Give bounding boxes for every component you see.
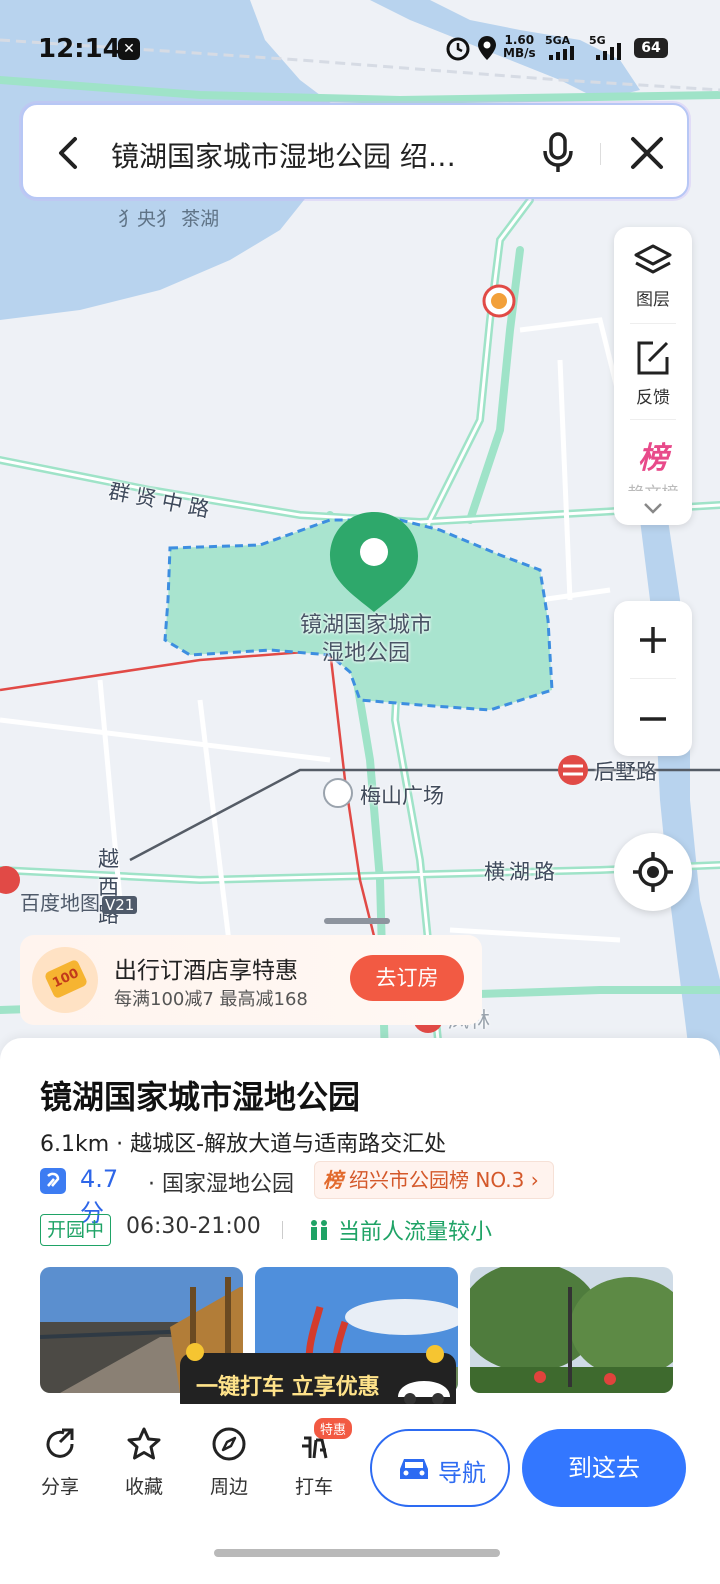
- promo-title: 出行订酒店享特惠: [114, 958, 298, 984]
- watermark-text: 百度地图: [20, 891, 100, 915]
- rank-label: 趋文榜: [614, 479, 692, 491]
- car-icon: [400, 1459, 428, 1479]
- go-here-button[interactable]: 到这去: [522, 1429, 686, 1507]
- water-label: 茶湖: [181, 208, 220, 230]
- search-divider: [600, 143, 601, 165]
- ranking-text: 绍兴市公园榜 NO.3 ›: [349, 1168, 539, 1192]
- crowd-status: 当前人流量较小: [338, 1220, 493, 1245]
- park-label-line2: 湿地公园: [322, 641, 411, 666]
- navigate-button[interactable]: 导航: [370, 1429, 510, 1507]
- favorite-label: 收藏: [124, 1476, 163, 1498]
- metro-label-meishan[interactable]: 梅山广场: [360, 780, 444, 810]
- taxi-label: 打车: [294, 1476, 333, 1498]
- ranking-badge-icon: 榜: [323, 1168, 343, 1192]
- alarm-icon: [446, 37, 470, 61]
- signal-bars-icon-2: [596, 43, 621, 60]
- network-speed: 1.60 MB/s: [503, 34, 536, 60]
- signal-bars-icon: [549, 46, 574, 60]
- open-status-badge: 开园中: [40, 1214, 112, 1246]
- locate-me-button[interactable]: [614, 833, 692, 911]
- favorite-button[interactable]: 收藏: [114, 1426, 174, 1499]
- book-hotel-button[interactable]: 去订房: [350, 955, 464, 1001]
- promo-subtitle: 每满100减7 最高减168: [114, 989, 308, 1010]
- status-bar: 12:14 ✕ 1.60 MB/s 5GA 5G 64: [0, 0, 720, 96]
- opening-hours: 06:30-21:00: [126, 1214, 261, 1239]
- map-tools-panel: 图层 反馈 榜 趋文榜: [614, 227, 692, 525]
- water-partial-label: 犭央犭: [118, 208, 176, 230]
- coupon-icon-text: 100: [43, 958, 89, 1000]
- crowd-icon: [311, 1220, 327, 1240]
- layers-icon: [634, 244, 672, 274]
- tools-separator-2: [630, 419, 676, 420]
- zoom-control: [614, 601, 692, 756]
- tools-separator: [630, 323, 676, 324]
- park-label[interactable]: 镜湖国家城市 湿地公园: [300, 612, 432, 668]
- zoom-in-icon[interactable]: [638, 625, 668, 655]
- share-button[interactable]: 分享: [30, 1426, 90, 1499]
- status-time: 12:14: [38, 34, 121, 64]
- taxi-promo-text: 一键打车 立享优惠: [196, 1375, 380, 1400]
- network-speed-unit: MB/s: [503, 46, 536, 60]
- map-watermark: 百度地图 V21: [20, 887, 138, 916]
- share-icon: [46, 1428, 74, 1458]
- rating-source-icon: [40, 1168, 66, 1194]
- hotel-promo-card[interactable]: 100 出行订酒店享特惠 每满100减7 最高减168 去订房: [20, 935, 482, 1025]
- rank-icon: 榜: [638, 441, 668, 476]
- location-status-icon: [478, 36, 496, 60]
- road-label-yuexi-char1: 越: [98, 847, 120, 871]
- edit-feedback-icon: [637, 341, 669, 375]
- share-label: 分享: [40, 1476, 79, 1498]
- place-photo-3[interactable]: [470, 1267, 673, 1393]
- place-address: 6.1km · 越城区-解放大道与适南路交汇处: [40, 1132, 447, 1157]
- hours-separator: [282, 1221, 283, 1239]
- zoom-divider: [630, 678, 676, 679]
- app-notification-icon: ✕: [118, 38, 140, 60]
- home-indicator[interactable]: [214, 1549, 500, 1557]
- ranking-badge[interactable]: 榜绍兴市公园榜 NO.3 ›: [314, 1161, 554, 1199]
- navigate-label: 导航: [438, 1459, 486, 1487]
- sheet-drag-handle[interactable]: [324, 918, 390, 924]
- close-icon[interactable]: [629, 135, 665, 171]
- search-bar[interactable]: 镜湖国家城市湿地公园 绍…: [21, 103, 689, 199]
- watermark-version: V21: [102, 896, 138, 914]
- compass-icon: [212, 1427, 246, 1461]
- back-icon[interactable]: [51, 133, 87, 173]
- place-type: · 国家湿地公园: [148, 1172, 294, 1197]
- road-label-henghu: 横湖路: [484, 860, 559, 884]
- car-illustration-icon: [398, 1381, 450, 1405]
- chevron-down-icon[interactable]: [643, 501, 663, 515]
- feedback-label: 反馈: [636, 388, 670, 408]
- coupon-icon: 100: [32, 947, 98, 1013]
- star-icon: [127, 1427, 161, 1460]
- microphone-icon[interactable]: [541, 131, 575, 175]
- rank-button[interactable]: 榜 趋文榜: [614, 433, 692, 491]
- metro-label-houshu[interactable]: 后墅路: [594, 756, 657, 786]
- layers-button[interactable]: 图层: [614, 243, 692, 310]
- nearby-button[interactable]: 周边: [199, 1426, 259, 1499]
- feedback-button[interactable]: 反馈: [614, 339, 692, 408]
- coin-icon-2: [426, 1345, 444, 1363]
- coin-icon: [186, 1343, 204, 1361]
- battery-indicator: 64: [634, 38, 668, 58]
- locate-icon: [633, 852, 673, 892]
- search-query[interactable]: 镜湖国家城市湿地公园 绍…: [111, 135, 456, 175]
- taxi-button[interactable]: 打车 特惠: [284, 1418, 353, 1499]
- taxi-deal-badge: 特惠: [314, 1418, 353, 1439]
- nearby-label: 周边: [209, 1476, 248, 1498]
- park-label-line1: 镜湖国家城市: [300, 613, 433, 638]
- bottom-action-bar: 分享 收藏 周边 打车 特惠 导航 到这去: [0, 1404, 720, 1584]
- zoom-out-icon[interactable]: [638, 704, 668, 734]
- layers-label: 图层: [636, 290, 670, 310]
- place-name: 镜湖国家城市湿地公园: [40, 1078, 361, 1116]
